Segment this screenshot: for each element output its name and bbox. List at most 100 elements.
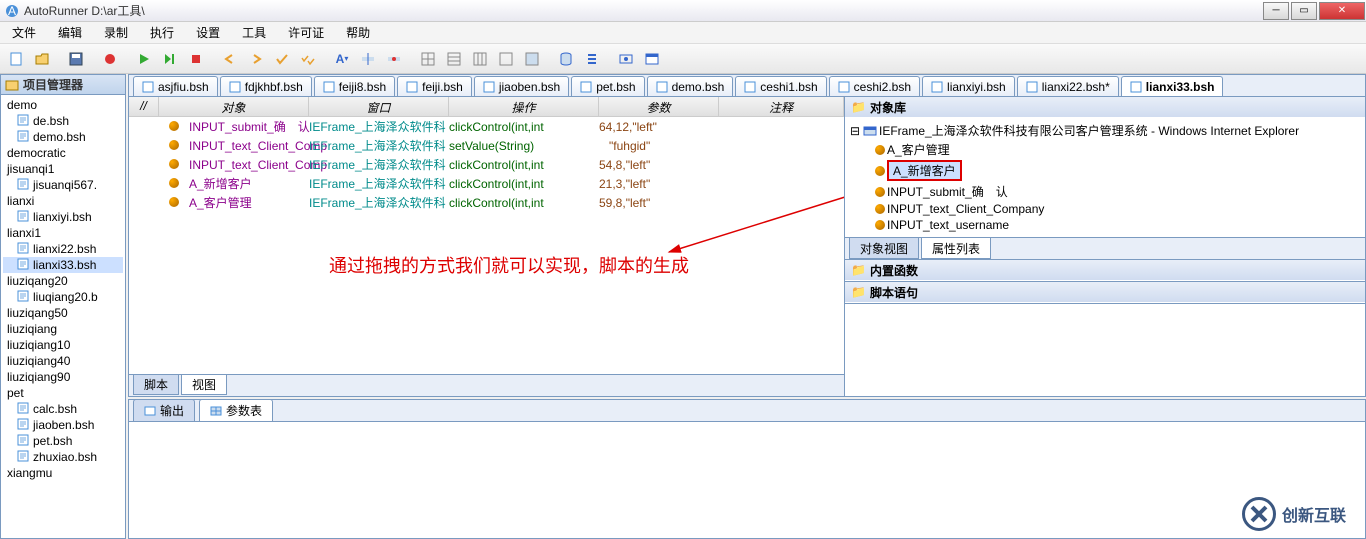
settings-icon[interactable] xyxy=(580,47,604,71)
editor-tab[interactable]: lianxiyi.bsh xyxy=(922,76,1015,96)
tree-item[interactable]: pet xyxy=(3,385,123,401)
editor-tab[interactable]: pet.bsh xyxy=(571,76,644,96)
tree-item[interactable]: lianxi33.bsh xyxy=(3,257,123,273)
script-grid-body[interactable]: INPUT_submit_确 认IEFrame_上海泽众软件科clickCont… xyxy=(129,117,844,374)
obj-tree-item[interactable]: INPUT_submit_确 认 xyxy=(849,182,1361,201)
record-icon[interactable] xyxy=(98,47,122,71)
editor-tab[interactable]: feiji.bsh xyxy=(397,76,472,96)
obj-tree-item[interactable]: INPUT_text_username xyxy=(849,217,1361,233)
grid5-icon[interactable] xyxy=(520,47,544,71)
editor-tab[interactable]: jiaoben.bsh xyxy=(474,76,569,96)
checkall-icon[interactable] xyxy=(296,47,320,71)
tree-item-label: jisuanqi567. xyxy=(33,178,97,192)
script-row[interactable]: INPUT_text_Client_CompIEFrame_上海泽众软件科set… xyxy=(129,136,844,155)
tree-item[interactable]: liuziqang20 xyxy=(3,273,123,289)
menu-file[interactable]: 文件 xyxy=(6,22,42,43)
editor-tab[interactable]: asjfiu.bsh xyxy=(133,76,218,96)
tree-item[interactable]: liuziqiang40 xyxy=(3,353,123,369)
stop-icon[interactable] xyxy=(184,47,208,71)
collapse-icon[interactable]: ⊟ xyxy=(849,124,861,138)
tree-item[interactable]: liuqiang20.b xyxy=(3,289,123,305)
tree-item[interactable]: lianxi1 xyxy=(3,225,123,241)
grid4-icon[interactable] xyxy=(494,47,518,71)
menu-record[interactable]: 录制 xyxy=(98,22,134,43)
tree-item[interactable]: jisuanqi567. xyxy=(3,177,123,193)
builtin-functions-header[interactable]: 📁 内置函数 xyxy=(845,260,1365,280)
tree-item[interactable]: liuziqang50 xyxy=(3,305,123,321)
tab-view[interactable]: 视图 xyxy=(181,375,227,395)
tree-item[interactable]: zhuxiao.bsh xyxy=(3,449,123,465)
new-icon[interactable] xyxy=(4,47,28,71)
tree-item[interactable]: jisuanqi1 xyxy=(3,161,123,177)
menu-tools[interactable]: 工具 xyxy=(236,22,272,43)
window-icon[interactable] xyxy=(640,47,664,71)
tree-item[interactable]: lianxiyi.bsh xyxy=(3,209,123,225)
maximize-button[interactable]: ▭ xyxy=(1291,2,1317,20)
tab-script[interactable]: 脚本 xyxy=(133,375,179,395)
check-icon[interactable] xyxy=(270,47,294,71)
tab-attr-list[interactable]: 属性列表 xyxy=(921,238,991,259)
editor-tab[interactable]: ceshi1.bsh xyxy=(735,76,826,96)
project-tree[interactable]: demode.bshdemo.bshdemocraticjisuanqi1jis… xyxy=(1,95,125,538)
tree-item[interactable]: lianxi22.bsh xyxy=(3,241,123,257)
play-icon[interactable] xyxy=(132,47,156,71)
editor-tab[interactable]: lianxi33.bsh xyxy=(1121,76,1224,96)
obj-item-label: INPUT_text_Client_Company xyxy=(887,202,1044,216)
tree-item[interactable]: pet.bsh xyxy=(3,433,123,449)
tree-item[interactable]: liuziqiang90 xyxy=(3,369,123,385)
tab-params[interactable]: 参数表 xyxy=(199,399,273,421)
obj-tree-item[interactable]: INPUT_text_Client_Company xyxy=(849,201,1361,217)
tree-item[interactable]: democratic xyxy=(3,145,123,161)
menubar: 文件 编辑 录制 执行 设置 工具 许可证 帮助 xyxy=(0,22,1366,44)
script-statements-header[interactable]: 📁 脚本语句 xyxy=(845,282,1365,302)
obj-tree-item[interactable]: A_新增客户 xyxy=(849,159,1361,182)
font-icon[interactable]: A▾ xyxy=(330,47,354,71)
minimize-button[interactable]: ─ xyxy=(1263,2,1289,20)
menu-settings[interactable]: 设置 xyxy=(190,22,226,43)
tree-item[interactable]: liuziqiang xyxy=(3,321,123,337)
menu-run[interactable]: 执行 xyxy=(144,22,180,43)
capture-icon[interactable] xyxy=(614,47,638,71)
tree-item[interactable]: liuziqiang10 xyxy=(3,337,123,353)
db-icon[interactable] xyxy=(554,47,578,71)
editor-tab[interactable]: fdjkhbf.bsh xyxy=(220,76,312,96)
tab-output[interactable]: 输出 xyxy=(133,399,195,421)
editor-tab[interactable]: demo.bsh xyxy=(647,76,734,96)
open-icon[interactable] xyxy=(30,47,54,71)
menu-help[interactable]: 帮助 xyxy=(340,22,376,43)
grid1-icon[interactable] xyxy=(416,47,440,71)
tree-item[interactable]: xiangmu xyxy=(3,465,123,481)
tree-item[interactable]: de.bsh xyxy=(3,113,123,129)
tree-item[interactable]: demo.bsh xyxy=(3,129,123,145)
script-row[interactable]: INPUT_submit_确 认IEFrame_上海泽众软件科clickCont… xyxy=(129,117,844,136)
obj-item-label: INPUT_submit_确 认 xyxy=(887,183,1008,200)
tab-object-view[interactable]: 对象视图 xyxy=(849,238,919,259)
editor-tab[interactable]: lianxi22.bsh* xyxy=(1017,76,1119,96)
insert2-icon[interactable] xyxy=(382,47,406,71)
tree-item[interactable]: lianxi xyxy=(3,193,123,209)
close-button[interactable]: ✕ xyxy=(1319,2,1365,20)
tree-item[interactable]: calc.bsh xyxy=(3,401,123,417)
editor-tab[interactable]: ceshi2.bsh xyxy=(829,76,920,96)
grid2-icon[interactable] xyxy=(442,47,466,71)
script-row[interactable]: A_新增客户IEFrame_上海泽众软件科clickControl(int,in… xyxy=(129,174,844,193)
editor-tab[interactable]: feiji8.bsh xyxy=(314,76,395,96)
tree-item[interactable]: demo xyxy=(3,97,123,113)
script-row[interactable]: INPUT_text_Client_CompIEFrame_上海泽众软件科cli… xyxy=(129,155,844,174)
play-step-icon[interactable] xyxy=(158,47,182,71)
insert1-icon[interactable] xyxy=(356,47,380,71)
obj-tree-root[interactable]: ⊟ IEFrame_上海泽众软件科技有限公司客户管理系统 - Windows I… xyxy=(849,121,1361,140)
menu-license[interactable]: 许可证 xyxy=(282,22,330,43)
bullet-icon xyxy=(169,178,179,188)
obj-tree-item[interactable]: A_客户管理 xyxy=(849,140,1361,159)
object-tree[interactable]: ⊟ IEFrame_上海泽众软件科技有限公司客户管理系统 - Windows I… xyxy=(845,117,1365,237)
tree-item[interactable]: jiaoben.bsh xyxy=(3,417,123,433)
menu-edit[interactable]: 编辑 xyxy=(52,22,88,43)
script-row[interactable]: A_客户管理IEFrame_上海泽众软件科clickControl(int,in… xyxy=(129,193,844,212)
undo-icon[interactable] xyxy=(218,47,242,71)
grid3-icon[interactable] xyxy=(468,47,492,71)
cell-window: IEFrame_上海泽众软件科 xyxy=(309,175,449,192)
save-icon[interactable] xyxy=(64,47,88,71)
col-object: 对象 xyxy=(159,97,309,116)
redo-icon[interactable] xyxy=(244,47,268,71)
